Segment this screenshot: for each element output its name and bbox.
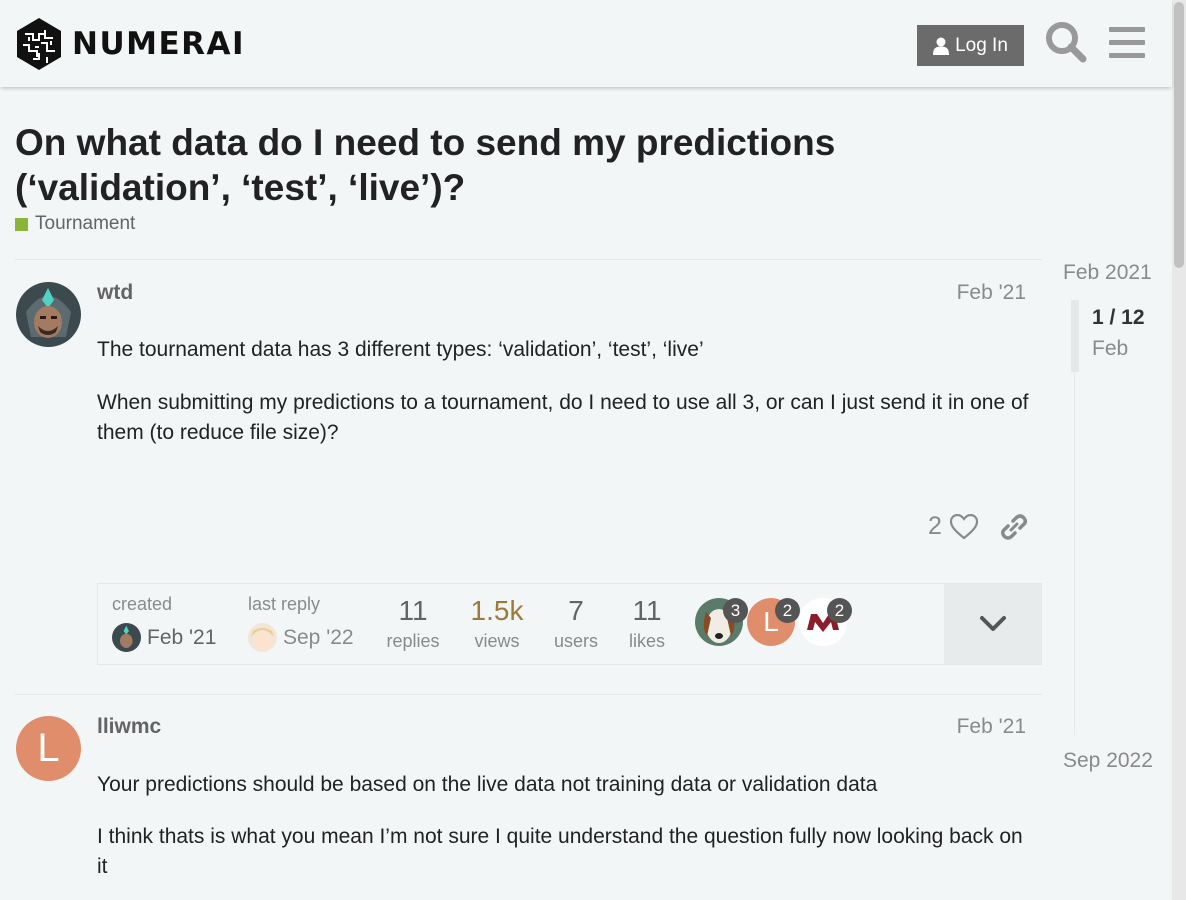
users-stat: 7 users [536,596,616,652]
hamburger-menu-icon[interactable] [1106,20,1150,64]
post-count-badge: 3 [723,598,748,623]
stat-value: 1.5k [470,595,524,626]
avatar-anime-image [248,623,277,652]
stat-value: 11 [398,595,428,626]
scroll-thumb[interactable] [1174,2,1184,268]
likes-stat: 11 likes [607,596,687,652]
post-date[interactable]: Feb '21 [957,715,1026,739]
avatar-warrior-image [16,282,81,347]
timeline-end-date[interactable]: Sep 2022 [1063,749,1153,773]
stat-label: replies [386,631,440,651]
category-color-swatch [15,217,28,231]
timeline-handle[interactable] [1071,300,1079,372]
like-count: 2 [928,512,942,540]
divider [15,694,1042,695]
avatar[interactable] [112,623,141,652]
login-label: Log In [955,34,1008,56]
user-icon [933,37,950,55]
chevron-down-icon [979,616,1006,631]
expand-topic-map-button[interactable] [944,584,1041,664]
post-count-badge: 2 [827,598,852,623]
post-paragraph: When submitting my predictions to a tour… [97,391,1029,444]
stat-value: 7 [568,595,584,626]
brand-name: NUMERAI [72,26,246,62]
avatar[interactable] [248,623,277,652]
stat-label: likes [628,631,665,651]
created-label: created [112,594,173,614]
avatar[interactable]: L [16,716,81,781]
divider [15,259,1042,260]
post-paragraph: Your predictions should be based on the … [97,773,878,796]
created-date[interactable]: Feb '21 [147,626,216,650]
last-reply-date[interactable]: Sep '22 [283,626,354,650]
post-count-badge: 2 [775,598,800,623]
category-label: Tournament [35,213,136,234]
post-date[interactable]: Feb '21 [957,281,1026,305]
timeline-start-date[interactable]: Feb 2021 [1063,261,1152,285]
avatar[interactable] [16,282,81,347]
avatar-letter: L [37,726,60,770]
login-button[interactable]: Log In [917,25,1024,66]
timeline-month: Feb [1092,337,1129,360]
page-scrollbar[interactable] [1172,0,1186,900]
share-link-icon[interactable] [999,512,1029,542]
stat-label: views [474,631,520,651]
search-icon[interactable] [1044,20,1088,64]
topic-title[interactable]: On what data do I need to send my predic… [15,120,915,210]
avatar-warrior-image [112,623,141,652]
topic-map: created Feb '21 last reply Sep '22 11 re… [97,583,1042,665]
stat-label: users [553,631,598,651]
post-username[interactable]: lliwmc [97,715,161,739]
stat-value: 11 [632,595,662,626]
post-paragraph: The tournament data has 3 different type… [97,338,704,361]
like-button[interactable]: 2 [928,512,978,541]
numerai-logo[interactable]: NUMERAI [15,17,245,71]
timeline-position: 1 / 12 [1092,306,1145,329]
heart-icon [949,513,978,539]
post-paragraph: I think thats is what you mean I’m not s… [97,825,1023,878]
numerai-logo-icon [17,18,61,70]
category-badge[interactable]: Tournament [15,213,135,235]
views-stat: 1.5k views [457,596,537,652]
last-reply-label: last reply [248,594,321,614]
replies-stat: 11 replies [373,596,453,652]
site-header: NUMERAI Log In [0,0,1172,87]
post-username[interactable]: wtd [97,281,133,305]
